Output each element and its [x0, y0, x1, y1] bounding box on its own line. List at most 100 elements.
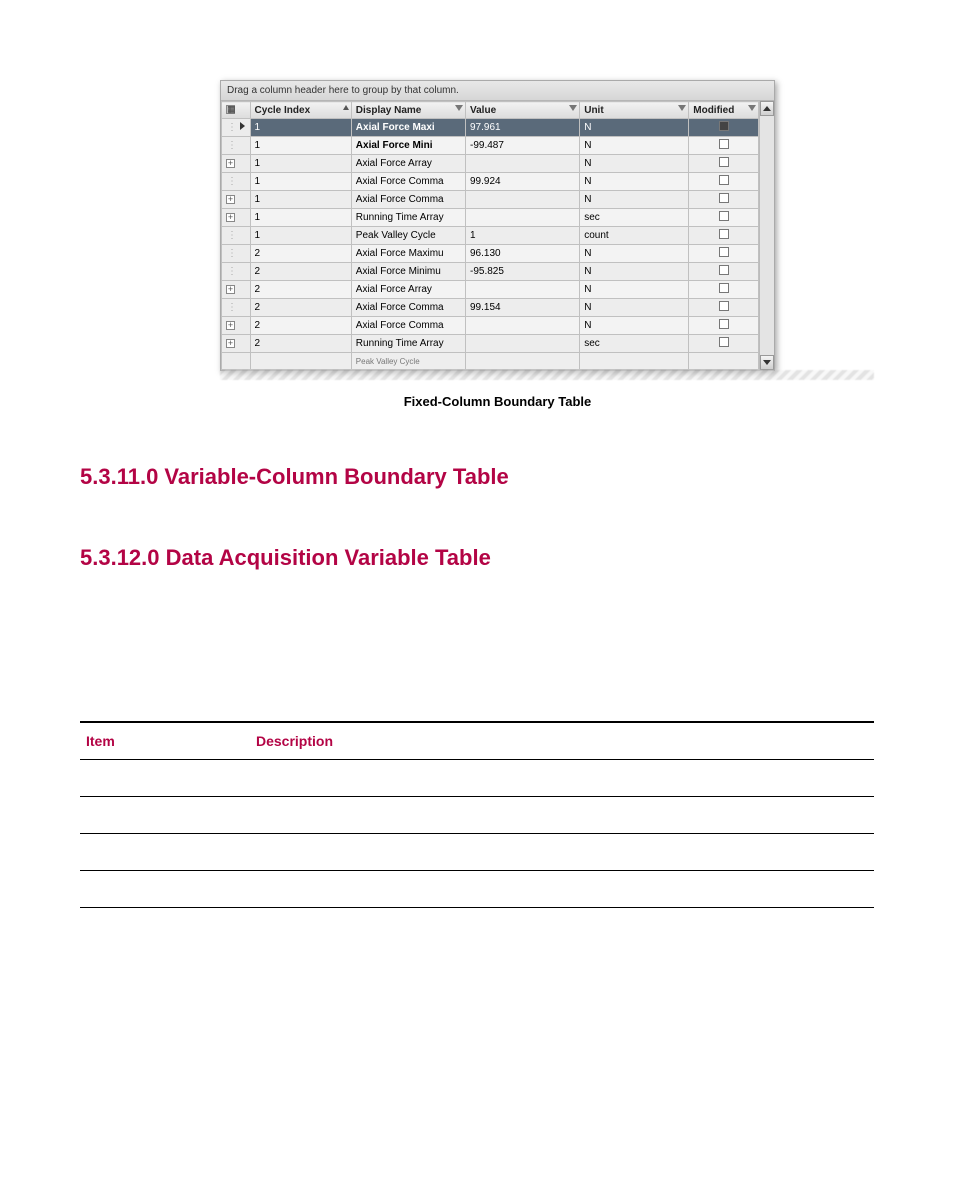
modified-checkbox[interactable]	[719, 283, 729, 293]
cell-cycle-index[interactable]: 1	[250, 155, 351, 173]
row-tree-cell[interactable]: +	[222, 317, 251, 335]
cell-value[interactable]	[466, 191, 580, 209]
cell-modified[interactable]	[689, 173, 759, 191]
col-header-value[interactable]: Value	[466, 102, 580, 119]
cell-display-name[interactable]: Axial Force Array	[351, 155, 465, 173]
table-row[interactable]: +2Axial Force ArrayN	[222, 281, 759, 299]
cell-modified[interactable]	[689, 191, 759, 209]
column-chooser-icon[interactable]: ▦	[226, 105, 235, 114]
cell-modified[interactable]	[689, 227, 759, 245]
cell-cycle-index[interactable]: 2	[250, 299, 351, 317]
row-tree-cell[interactable]: ⋮	[222, 245, 251, 263]
cell-unit[interactable]: N	[580, 119, 689, 137]
table-row[interactable]: +1Axial Force Comma N	[222, 191, 759, 209]
cell-cycle-index[interactable]: 2	[250, 281, 351, 299]
cell-modified[interactable]	[689, 119, 759, 137]
modified-checkbox[interactable]	[719, 121, 729, 131]
table-row[interactable]: ⋮1Axial Force Mini-99.487N	[222, 137, 759, 155]
row-tree-cell[interactable]: ⋮	[222, 263, 251, 281]
cell-display-name[interactable]: Axial Force Minimu	[351, 263, 465, 281]
cell-modified[interactable]	[689, 263, 759, 281]
modified-checkbox[interactable]	[719, 229, 729, 239]
cell-unit[interactable]: N	[580, 191, 689, 209]
cell-cycle-index[interactable]: 1	[250, 137, 351, 155]
modified-checkbox[interactable]	[719, 265, 729, 275]
cell-modified[interactable]	[689, 245, 759, 263]
expand-icon[interactable]: +	[226, 159, 235, 168]
table-row[interactable]: +2Axial Force Comma N	[222, 317, 759, 335]
cell-cycle-index[interactable]: 1	[250, 209, 351, 227]
row-tree-cell[interactable]: ⋮	[222, 227, 251, 245]
cell-display-name[interactable]: Axial Force Comma	[351, 191, 465, 209]
cell-modified[interactable]	[689, 335, 759, 353]
cell-display-name[interactable]: Axial Force Comma	[351, 173, 465, 191]
table-row[interactable]: ⋮1Axial Force Comma99.924N	[222, 173, 759, 191]
cell-value[interactable]	[466, 281, 580, 299]
row-tree-cell[interactable]: +	[222, 191, 251, 209]
row-tree-cell[interactable]: ⋮	[222, 173, 251, 191]
expand-icon[interactable]: +	[226, 339, 235, 348]
row-tree-cell[interactable]: +	[222, 155, 251, 173]
boundary-table-grid[interactable]: ▦ Cycle Index Display Name V	[221, 101, 759, 370]
modified-checkbox[interactable]	[719, 247, 729, 257]
scroll-up-button[interactable]	[760, 101, 774, 116]
row-tree-cell[interactable]: +	[222, 335, 251, 353]
cell-modified[interactable]	[689, 299, 759, 317]
cell-value[interactable]	[466, 335, 580, 353]
modified-checkbox[interactable]	[719, 301, 729, 311]
table-row[interactable]: ⋮2Axial Force Minimu-95.825N	[222, 263, 759, 281]
cell-value[interactable]	[466, 209, 580, 227]
cell-unit[interactable]: N	[580, 137, 689, 155]
cell-value[interactable]: -99.487	[466, 137, 580, 155]
cell-unit[interactable]: N	[580, 317, 689, 335]
cell-value[interactable]	[466, 155, 580, 173]
modified-checkbox[interactable]	[719, 193, 729, 203]
expand-icon[interactable]: +	[226, 285, 235, 294]
cell-unit[interactable]: count	[580, 227, 689, 245]
modified-checkbox[interactable]	[719, 139, 729, 149]
row-tree-cell[interactable]: ⋮	[222, 299, 251, 317]
table-row[interactable]: ⋮2Axial Force Comma99.154N	[222, 299, 759, 317]
cell-value[interactable]: 99.154	[466, 299, 580, 317]
cell-cycle-index[interactable]: 2	[250, 245, 351, 263]
table-row[interactable]: ⋮1Axial Force Maxi97.961N	[222, 119, 759, 137]
row-tree-cell[interactable]: ⋮	[222, 119, 251, 137]
cell-value[interactable]	[466, 317, 580, 335]
cell-display-name[interactable]: Running Time Array	[351, 209, 465, 227]
group-hint-bar[interactable]: Drag a column header here to group by th…	[221, 81, 774, 101]
scroll-down-button[interactable]	[760, 355, 774, 370]
cell-cycle-index[interactable]: 1	[250, 119, 351, 137]
cell-value[interactable]: 99.924	[466, 173, 580, 191]
row-tree-cell[interactable]: +	[222, 209, 251, 227]
col-header-modified[interactable]: Modified	[689, 102, 759, 119]
col-header-display-name[interactable]: Display Name	[351, 102, 465, 119]
table-row[interactable]: +1Axial Force ArrayN	[222, 155, 759, 173]
cell-display-name[interactable]: Axial Force Comma	[351, 299, 465, 317]
table-row[interactable]: +2Running Time Arraysec	[222, 335, 759, 353]
table-row[interactable]: Peak Valley Cycle	[222, 353, 759, 370]
cell-modified[interactable]	[689, 155, 759, 173]
cell-cycle-index[interactable]: 2	[250, 317, 351, 335]
cell-display-name[interactable]: Axial Force Comma	[351, 317, 465, 335]
cell-cycle-index[interactable]: 1	[250, 191, 351, 209]
table-row[interactable]: ⋮2Axial Force Maximu96.130N	[222, 245, 759, 263]
col-header-cycle-index[interactable]: Cycle Index	[250, 102, 351, 119]
modified-checkbox[interactable]	[719, 211, 729, 221]
cell-display-name[interactable]: Axial Force Maxi	[351, 119, 465, 137]
cell-cycle-index[interactable]: 2	[250, 263, 351, 281]
cell-cycle-index[interactable]: 1	[250, 227, 351, 245]
cell-modified[interactable]	[689, 281, 759, 299]
expand-icon[interactable]: +	[226, 321, 235, 330]
expand-icon[interactable]: +	[226, 195, 235, 204]
cell-display-name[interactable]: Axial Force Array	[351, 281, 465, 299]
cell-value[interactable]: 96.130	[466, 245, 580, 263]
cell-display-name[interactable]: Axial Force Mini	[351, 137, 465, 155]
modified-checkbox[interactable]	[719, 337, 729, 347]
modified-checkbox[interactable]	[719, 175, 729, 185]
modified-checkbox[interactable]	[719, 157, 729, 167]
cell-unit[interactable]: sec	[580, 209, 689, 227]
col-header-unit[interactable]: Unit	[580, 102, 689, 119]
cell-modified[interactable]	[689, 209, 759, 227]
cell-value[interactable]: -95.825	[466, 263, 580, 281]
expand-icon[interactable]: +	[226, 213, 235, 222]
